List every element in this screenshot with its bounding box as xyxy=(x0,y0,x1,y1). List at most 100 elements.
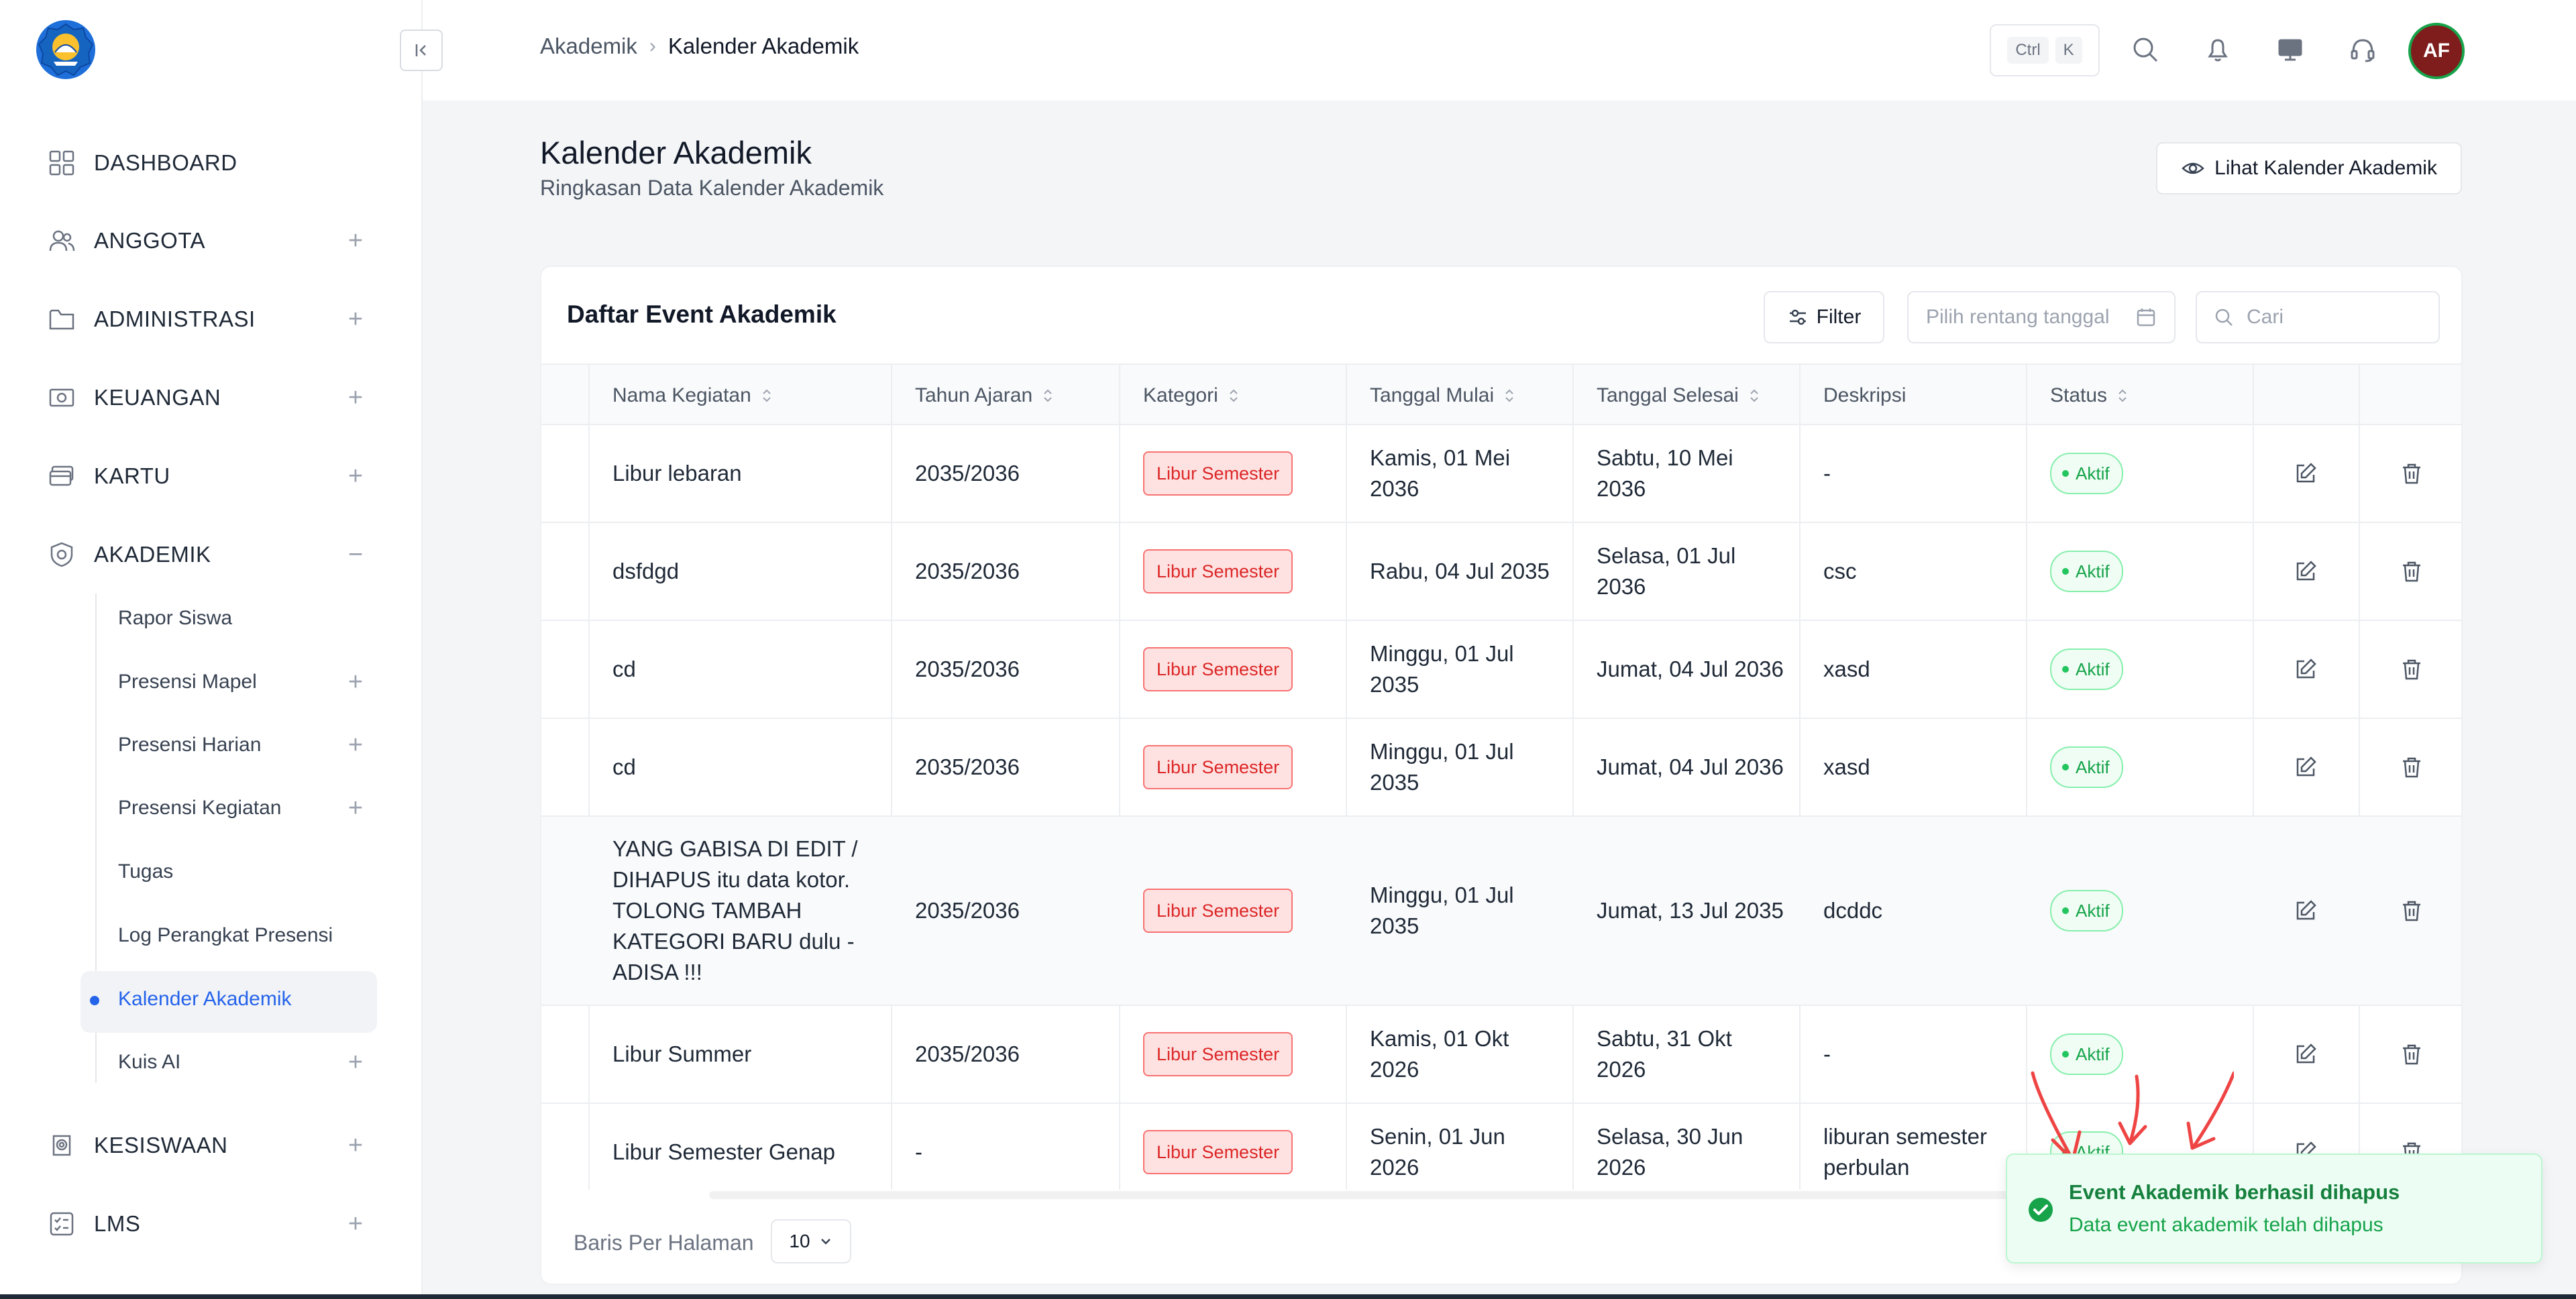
expand-icon[interactable]: + xyxy=(342,668,369,697)
breadcrumb-item-akademik[interactable]: Akademik xyxy=(540,34,637,59)
sidebar-subitem-presensi-mapel[interactable]: Presensi Mapel + xyxy=(118,662,369,702)
delete-button[interactable] xyxy=(2359,719,2461,815)
sidebar-subitem-kuis-ai[interactable]: Kuis AI + xyxy=(118,1042,369,1082)
sidebar-subitem-log-perangkat-presensi[interactable]: Log Perangkat Presensi xyxy=(118,915,369,956)
sidebar-subitem-presensi-harian[interactable]: Presensi Harian + xyxy=(118,725,369,765)
edit-button[interactable] xyxy=(2253,621,2359,718)
support-button[interactable] xyxy=(2344,31,2381,68)
trash-icon xyxy=(2403,561,2420,582)
edit-icon xyxy=(2296,463,2316,483)
edit-button[interactable] xyxy=(2253,1006,2359,1103)
column-header-nama-kegiatan[interactable]: Nama Kegiatan xyxy=(588,365,773,427)
cell-tahun-ajaran: 2035/2036 xyxy=(915,657,1020,681)
cell-kategori: Libur Semester xyxy=(1119,1006,1346,1103)
sidebar-item-label: KEUANGAN xyxy=(94,385,221,410)
delete-button[interactable] xyxy=(2359,817,2461,1005)
rows-per-page-value: 10 xyxy=(789,1231,810,1251)
expand-icon[interactable]: + xyxy=(342,227,369,256)
expand-icon[interactable]: + xyxy=(342,1131,369,1160)
sidebar-subitem-tugas[interactable]: Tugas xyxy=(118,852,369,892)
status-dot-icon xyxy=(2062,1051,2069,1058)
sidebar-item-dashboard[interactable]: DASHBOARD xyxy=(47,143,369,183)
column-header-tanggal-selesai[interactable]: Tanggal Selesai xyxy=(1572,365,1760,427)
sidebar-subitem-presensi-kegiatan[interactable]: Presensi Kegiatan + xyxy=(118,788,369,828)
sidebar-subitem-label: Kuis AI xyxy=(118,1051,181,1073)
search-input[interactable]: Cari xyxy=(2196,291,2440,343)
sidebar-item-lms[interactable]: LMS + xyxy=(47,1204,369,1244)
delete-button[interactable] xyxy=(2359,621,2461,718)
collapse-sidebar-button[interactable] xyxy=(400,30,443,71)
kbd-ctrl: Ctrl xyxy=(2007,37,2049,64)
sidebar-item-akademik[interactable]: AKADEMIK − xyxy=(47,534,369,575)
avatar[interactable]: AF xyxy=(2408,23,2465,79)
expand-icon[interactable]: + xyxy=(342,731,369,760)
sidebar-item-kesiswaan[interactable]: KESISWAAN + xyxy=(47,1125,369,1166)
cell-deskripsi: - xyxy=(1823,461,1831,486)
edit-icon xyxy=(2296,900,2316,920)
search-icon xyxy=(2133,38,2158,62)
sidebar-item-administrasi[interactable]: ADMINISTRASI + xyxy=(47,299,369,339)
card-title: Daftar Event Akademik xyxy=(567,300,837,328)
sidebar-subitem-rapor-siswa[interactable]: Rapor Siswa xyxy=(118,598,369,638)
date-range-picker[interactable]: Pilih rentang tanggal xyxy=(1907,291,2176,343)
sidebar-item-label: DASHBOARD xyxy=(94,150,237,175)
column-label: Deskripsi xyxy=(1823,384,1907,406)
cell-tanggal-selesai: Jumat, 04 Jul 2036 xyxy=(1597,754,1784,779)
column-header-kategori[interactable]: Kategori xyxy=(1119,365,1240,427)
cell-status: Aktif xyxy=(2026,425,2253,522)
expand-icon[interactable]: + xyxy=(342,794,369,823)
delete-button[interactable] xyxy=(2359,425,2461,522)
expand-icon[interactable]: + xyxy=(342,384,369,412)
edit-button[interactable] xyxy=(2253,523,2359,620)
collapse-icon[interactable]: − xyxy=(342,541,369,569)
cell-tanggal-mulai: Rabu, 04 Jul 2035 xyxy=(1370,559,1550,583)
status-dot-icon xyxy=(2062,568,2069,575)
expand-icon[interactable]: + xyxy=(342,1210,369,1239)
column-header-tahun-ajaran[interactable]: Tahun Ajaran xyxy=(891,365,1054,427)
delete-button[interactable] xyxy=(2359,523,2461,620)
cell-kategori: Libur Semester xyxy=(1119,817,1346,1005)
edit-button[interactable] xyxy=(2253,425,2359,522)
cell-nama-kegiatan: Libur Semester Genap xyxy=(612,1139,836,1164)
expand-icon[interactable]: + xyxy=(342,1048,369,1077)
trash-icon xyxy=(2403,757,2420,778)
column-header-deskripsi: Deskripsi xyxy=(1799,365,1906,427)
sidebar-item-kartu[interactable]: KARTU + xyxy=(47,456,369,496)
column-header-tanggal-mulai[interactable]: Tanggal Mulai xyxy=(1346,365,1515,427)
cell-tanggal-mulai: Minggu, 01 Jul 2035 xyxy=(1370,641,1514,697)
column-header-status[interactable]: Status xyxy=(2026,365,2129,427)
sidebar-subitem-label: Log Perangkat Presensi xyxy=(118,924,333,946)
cell-deskripsi: dcddc xyxy=(1823,898,1883,923)
cell-status: Aktif xyxy=(2026,817,2253,1005)
column-label: Tanggal Selesai xyxy=(1597,384,1739,406)
display-button[interactable] xyxy=(2271,31,2309,68)
toast-message: Data event akademik telah dihapus xyxy=(2069,1214,2383,1236)
notifications-button[interactable] xyxy=(2199,31,2237,68)
date-range-placeholder: Pilih rentang tanggal xyxy=(1926,306,2110,328)
filter-label: Filter xyxy=(1816,306,1862,328)
table-row: cd 2035/2036 Libur Semester Minggu, 01 J… xyxy=(541,621,2461,719)
table-row: YANG GABISA DI EDIT / DIHAPUS itu data k… xyxy=(541,817,2461,1006)
command-palette-shortcut[interactable]: Ctrl K xyxy=(1990,24,2100,76)
edit-button[interactable] xyxy=(2253,817,2359,1005)
breadcrumb-item-current: Kalender Akademik xyxy=(667,34,859,58)
sidebar-item-anggota[interactable]: ANGGOTA + xyxy=(47,221,369,261)
view-calendar-button[interactable]: Lihat Kalender Akademik xyxy=(2156,142,2462,194)
sidebar-subitem-label: Tugas xyxy=(118,860,174,883)
status-label: Aktif xyxy=(2076,901,2110,921)
rows-per-page-select[interactable]: 10 xyxy=(771,1219,851,1263)
filter-button[interactable]: Filter xyxy=(1764,291,1884,343)
page-title: Kalender Akademik xyxy=(540,135,812,170)
delete-button[interactable] xyxy=(2359,1006,2461,1103)
sidebar-item-keuangan[interactable]: KEUANGAN + xyxy=(47,378,369,418)
expand-icon[interactable]: + xyxy=(342,462,369,491)
trash-icon xyxy=(2403,463,2420,484)
sidebar-subitem-label: Rapor Siswa xyxy=(118,607,233,629)
cell-tanggal-mulai: Minggu, 01 Jul 2035 xyxy=(1370,739,1514,795)
sidebar-item-label: AKADEMIK xyxy=(94,542,211,567)
sidebar-subitem-kalender-akademik[interactable]: Kalender Akademik xyxy=(118,979,369,1019)
edit-button[interactable] xyxy=(2253,719,2359,815)
expand-icon[interactable]: + xyxy=(342,305,369,334)
search-button[interactable] xyxy=(2127,31,2164,68)
calendar-icon xyxy=(2137,308,2155,327)
